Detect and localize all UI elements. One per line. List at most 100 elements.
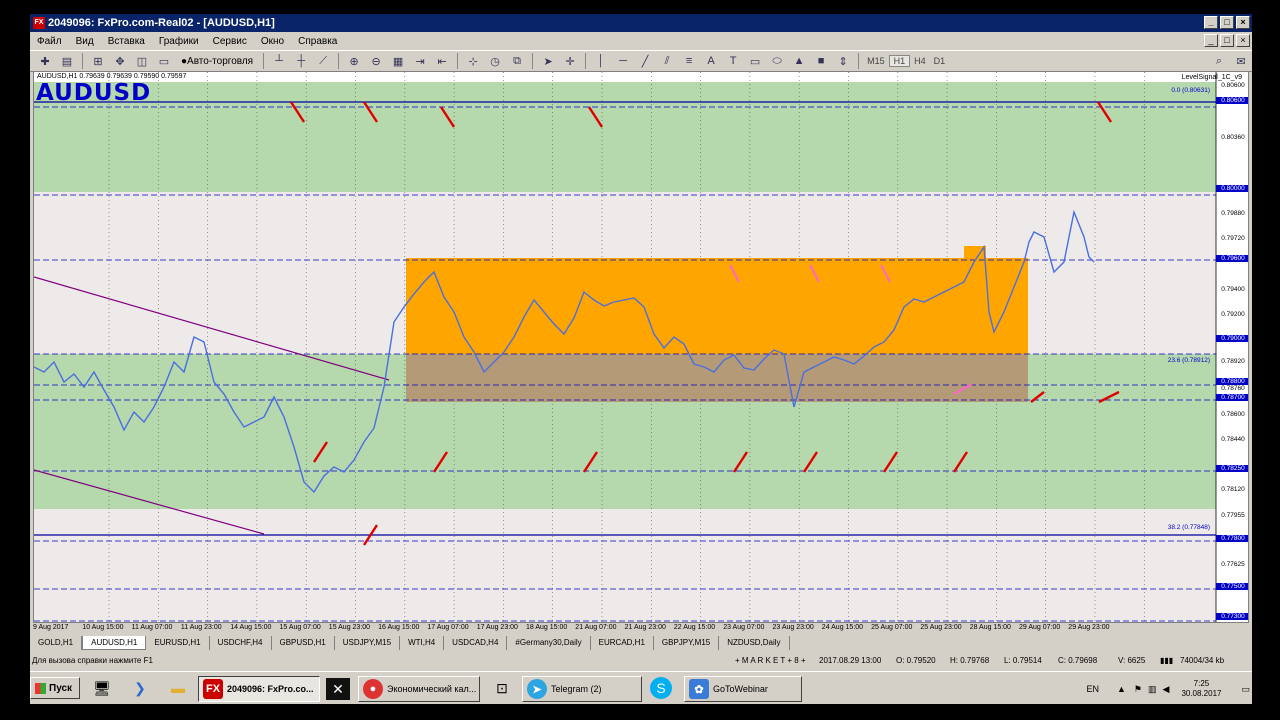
text-icon[interactable]: A [702, 53, 720, 69]
menu-insert[interactable]: Вставка [101, 36, 152, 47]
toolbar: ✚ ▤ ⊞ ✥ ◫ ▭ ● Авто-торговля ┴ ┼ ⟋ ⊕ ⊖ ▦ … [30, 50, 1252, 72]
equidistant-channel-icon[interactable]: ⫽ [658, 53, 676, 69]
price-label: 0.79880 [1221, 210, 1245, 217]
chart-tab[interactable]: GBPUSD,H1 [272, 636, 335, 650]
bar-chart-icon[interactable]: ┴ [270, 53, 288, 69]
terminal-icon[interactable]: ▭ [155, 53, 173, 69]
indicators-icon[interactable]: ⊹ [464, 53, 482, 69]
fibonacci-icon[interactable]: ≡ [680, 53, 698, 69]
zoom-in-icon[interactable]: ⊕ [345, 53, 363, 69]
fib-level-0: 0.0 (0.80631) [1171, 87, 1210, 94]
taskbar-gotowebinar-button[interactable]: ✿ GoToWebinar [684, 676, 802, 702]
chart-tab[interactable]: WTI,H4 [400, 636, 445, 650]
network-icon[interactable]: ⊡ [488, 675, 516, 701]
line-chart-icon[interactable]: ⟋ [314, 53, 332, 69]
templates-icon[interactable]: ⧉ [508, 53, 526, 69]
text-label-icon[interactable]: T [724, 53, 742, 69]
zoom-out-icon[interactable]: ⊖ [367, 53, 385, 69]
candlestick-icon[interactable]: ┼ [292, 53, 310, 69]
chart-tab[interactable]: EURUSD,H1 [146, 636, 210, 650]
taskbar: Пуск 🖥 ❯ ▬ FX 2049096: FxPro.co... ✕ ● Эко… [30, 671, 1252, 704]
chrome-icon: ● [363, 679, 383, 699]
rectangle-icon[interactable]: ▭ [746, 53, 764, 69]
tray-network-icon[interactable]: ▥ [1148, 684, 1157, 695]
close-button[interactable]: × [1236, 16, 1250, 29]
chart-tab[interactable]: EURCAD,H1 [591, 636, 654, 650]
x-app-icon[interactable]: ✕ [326, 678, 350, 700]
chart-tab[interactable]: USDCAD,H4 [444, 636, 508, 650]
start-button[interactable]: Пуск [30, 677, 80, 699]
chart-tab[interactable]: AUDUSD,H1 [82, 636, 147, 650]
time-axis: 9 Aug 2017 10 Aug 15:00 11 Aug 07:00 11 Aug… [33, 623, 1213, 634]
arrows-icon[interactable]: ⇕ [834, 53, 852, 69]
ellipse-icon[interactable]: ⬭ [768, 53, 786, 69]
price-label: 0.78600 [1221, 411, 1245, 418]
menu-view[interactable]: Вид [69, 36, 101, 47]
time-label: 29 Aug 07:00 [1019, 624, 1061, 631]
navigator-icon[interactable]: ✥ [111, 53, 129, 69]
market-watch-icon[interactable]: ⊞ [89, 53, 107, 69]
menu-window[interactable]: Окно [254, 36, 291, 47]
chart-tab[interactable]: USDJPY,M15 [335, 636, 401, 650]
price-chart[interactable]: AUDUSD,H1 0.79639 0.79639 0.79590 0.7959… [33, 71, 1249, 623]
minimize-button[interactable]: _ [1204, 16, 1218, 29]
timeframe-h1[interactable]: H1 [888, 55, 911, 67]
status-high: H: 0.79768 [950, 656, 990, 665]
periods-icon[interactable]: ◷ [486, 53, 504, 69]
time-label: 29 Aug 23:00 [1068, 624, 1110, 631]
powershell-icon[interactable]: ❯ [126, 675, 154, 701]
status-close: C: 0.79698 [1058, 656, 1098, 665]
triangle-icon[interactable]: ▲ [790, 53, 808, 69]
tray-volume-icon[interactable]: ◀ [1163, 684, 1170, 695]
clock[interactable]: 7:25 30.08.2017 [1181, 679, 1221, 699]
show-desktop-icon[interactable]: ▭ [1241, 684, 1250, 695]
tray-up-arrow-icon[interactable]: ▲ [1117, 684, 1126, 694]
telegram-icon: ➤ [527, 679, 547, 699]
folder-icon[interactable]: ▬ [164, 675, 192, 701]
chart-close-button[interactable]: × [1236, 34, 1250, 47]
chart-shift-icon[interactable]: ⇤ [433, 53, 451, 69]
taskbar-chrome-label: Экономический кал... [387, 684, 477, 694]
title-bar: FX 2049096: FxPro.com-Real02 - [AUDUSD,H… [30, 14, 1252, 32]
upper-green-zone [34, 82, 1216, 114]
profiles-icon[interactable]: ▤ [58, 53, 76, 69]
chart-tab[interactable]: NZDUSD,Daily [719, 636, 790, 650]
autoscroll-icon[interactable]: ⇥ [411, 53, 429, 69]
language-indicator[interactable]: EN [1086, 684, 1099, 694]
computer-icon[interactable]: 🖥 [88, 675, 116, 701]
timeframe-d1[interactable]: D1 [930, 56, 950, 66]
data-window-icon[interactable]: ◫ [133, 53, 151, 69]
chart-tab[interactable]: USDCHF,H4 [210, 636, 272, 650]
taskbar-mt4-button[interactable]: FX 2049096: FxPro.co... [198, 676, 320, 702]
tile-windows-icon[interactable]: ▦ [389, 53, 407, 69]
autotrade-button[interactable]: ● Авто-торговля [177, 53, 257, 69]
taskbar-chrome-button[interactable]: ● Экономический кал... [358, 676, 480, 702]
taskbar-telegram-button[interactable]: ➤ Telegram (2) [522, 676, 642, 702]
chart-tab[interactable]: GBPJPY,M15 [654, 636, 720, 650]
chart-restore-button[interactable]: □ [1220, 34, 1234, 47]
time-label: 23 Aug 07:00 [723, 624, 765, 631]
chat-icon[interactable]: ✉ [1232, 53, 1250, 69]
trendline-icon[interactable]: ╱ [636, 53, 654, 69]
new-chart-icon[interactable]: ✚ [36, 53, 54, 69]
chart-tab[interactable]: #Germany30,Daily [507, 636, 591, 650]
tray-flag-icon[interactable]: ⚑ [1134, 684, 1142, 695]
menu-help[interactable]: Справка [291, 36, 344, 47]
menu-tools[interactable]: Сервис [206, 36, 254, 47]
horizontal-line-icon[interactable]: ─ [614, 53, 632, 69]
rectangle-filled-icon[interactable]: ■ [812, 53, 830, 69]
connection-icon: ▮▮▮ [1160, 656, 1174, 665]
chart-minimize-button[interactable]: _ [1204, 34, 1218, 47]
taskbar-mt4-label: 2049096: FxPro.co... [227, 684, 314, 694]
crosshair-icon[interactable]: ✛ [561, 53, 579, 69]
maximize-button[interactable]: □ [1220, 16, 1234, 29]
menu-file[interactable]: Файл [30, 36, 69, 47]
cursor-icon[interactable]: ➤ [539, 53, 557, 69]
timeframe-h4[interactable]: H4 [910, 56, 930, 66]
menu-charts[interactable]: Графики [152, 36, 206, 47]
search-icon[interactable]: ⌕ [1210, 53, 1228, 69]
chart-tab[interactable]: GOLD,H1 [30, 636, 83, 650]
timeframe-m15[interactable]: M15 [863, 56, 889, 66]
skype-icon[interactable]: S [650, 677, 672, 699]
vertical-line-icon[interactable]: │ [592, 53, 610, 69]
